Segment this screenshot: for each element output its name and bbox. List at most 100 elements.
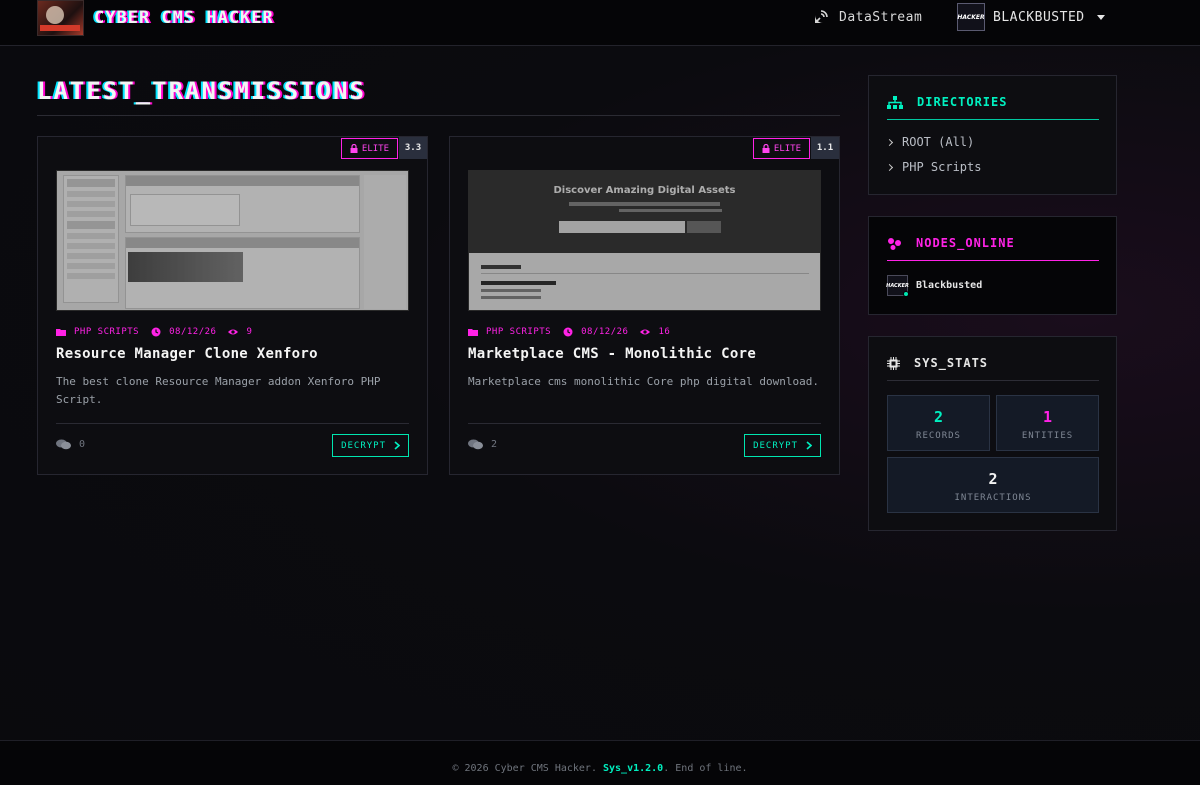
comments-value: 0	[79, 439, 86, 450]
stat-label: ENTITIES	[1021, 431, 1074, 441]
card-thumbnail[interactable]	[56, 170, 409, 311]
eye-icon	[640, 329, 651, 335]
decrypt-button[interactable]: DECRYPT	[332, 434, 409, 457]
user-name: BLACKBUSTED	[993, 9, 1085, 25]
eye-icon	[228, 329, 239, 335]
avatar-text: HACKER	[886, 282, 909, 289]
microchip-icon	[887, 356, 900, 370]
rating-badge: 1.1	[811, 137, 839, 159]
nodes-divider	[887, 260, 1099, 261]
card-description: Marketplace cms monolithic Core php digi…	[468, 375, 819, 388]
stats-divider	[887, 380, 1099, 381]
top-navbar: CYBER CMS HACKER DataStream HACKER BLACK…	[0, 0, 1200, 46]
lock-icon	[762, 144, 770, 153]
directories-divider	[887, 119, 1099, 120]
online-user-name: Blackbusted	[916, 280, 983, 291]
brand-link[interactable]: CYBER CMS HACKER	[37, 0, 274, 36]
directories-widget: DIRECTORIES ROOT (All) PHP Scripts	[868, 75, 1117, 195]
card-thumbnail[interactable]: Discover Amazing Digital Assets	[468, 170, 821, 311]
lock-icon	[350, 144, 358, 153]
sitemap-icon	[887, 95, 903, 109]
badge-label: ELITE	[773, 143, 801, 154]
page-title: LATEST_TRANSMISSIONS	[37, 77, 366, 105]
directory-label: ROOT (All)	[902, 135, 975, 149]
network-icon	[888, 237, 901, 250]
card-category: PHP SCRIPTS	[74, 327, 140, 337]
card-title[interactable]: Resource Manager Clone Xenforo	[56, 346, 318, 362]
card-views: 16	[658, 327, 671, 337]
resource-card: ELITE 1.1 Discover Amazing Digital Asset…	[449, 136, 840, 475]
folder-icon	[56, 329, 66, 336]
card-date: 08/12/26	[581, 327, 629, 337]
comments-value: 2	[491, 439, 498, 450]
card-title[interactable]: Marketplace CMS - Monolithic Core	[468, 346, 756, 362]
chevron-right-icon	[806, 441, 812, 450]
sys-stats-widget: SYS_STATS 2 RECORDS 1 ENTITIES 2 INTERAC…	[868, 336, 1117, 531]
comments-count: 2	[468, 439, 497, 450]
card-meta: PHP SCRIPTS 08/12/26 9	[56, 327, 264, 337]
resource-card: ELITE 3.3 PHP SCRIPTS 08/12/26 9 Resourc…	[37, 136, 428, 475]
brand-name: CYBER CMS HACKER	[94, 8, 274, 28]
rating-badge: 3.3	[399, 137, 427, 159]
card-meta: PHP SCRIPTS 08/12/26 16	[468, 327, 682, 337]
footer-copyright: © 2026 Cyber CMS Hacker.	[452, 763, 597, 774]
elite-badge: ELITE	[752, 138, 810, 159]
stat-entities: 1 ENTITIES	[996, 395, 1099, 451]
footer-version: Sys_v1.2.0	[603, 763, 664, 774]
card-category: PHP SCRIPTS	[486, 327, 552, 337]
user-menu-dropdown[interactable]: HACKER BLACKBUSTED	[957, 3, 1105, 31]
brand-logo	[37, 0, 84, 36]
avatar-text: HACKER	[957, 13, 985, 21]
badge-label: ELITE	[361, 143, 389, 154]
avatar: HACKER	[886, 275, 909, 297]
directory-item-root[interactable]: ROOT (All)	[885, 135, 975, 149]
comments-count: 0	[56, 439, 85, 450]
directories-header: DIRECTORIES	[887, 95, 1007, 109]
card-divider	[56, 423, 409, 424]
card-views: 9	[246, 327, 253, 337]
directories-title: DIRECTORIES	[917, 95, 1008, 109]
decrypt-label: DECRYPT	[341, 440, 386, 451]
elite-badge: ELITE	[340, 138, 398, 159]
comments-icon	[56, 439, 71, 450]
stat-records: 2 RECORDS	[887, 395, 990, 451]
folder-icon	[468, 329, 478, 336]
decrypt-label: DECRYPT	[753, 440, 798, 451]
nodes-title: NODES_ONLINE	[916, 236, 1015, 250]
stat-value: 1	[1042, 408, 1053, 426]
directory-label: PHP Scripts	[902, 160, 982, 174]
stats-header: SYS_STATS	[887, 356, 988, 370]
online-status-dot	[903, 291, 909, 297]
footer-period: .	[663, 763, 670, 774]
footer-text: © 2026 Cyber CMS Hacker. Sys_v1.2.0. End…	[0, 763, 1200, 774]
footer: © 2026 Cyber CMS Hacker. Sys_v1.2.0. End…	[0, 740, 1200, 785]
stat-interactions: 2 INTERACTIONS	[887, 457, 1099, 513]
thumbnail-hero-title: Discover Amazing Digital Assets	[553, 185, 736, 196]
card-description: The best clone Resource Manager addon Xe…	[56, 375, 381, 406]
stat-value: 2	[933, 408, 944, 426]
avatar: HACKER	[957, 3, 985, 31]
directory-item-php-scripts[interactable]: PHP Scripts	[885, 160, 982, 174]
satellite-dish-icon	[815, 10, 828, 23]
stats-title: SYS_STATS	[914, 356, 989, 370]
datastream-link[interactable]: DataStream	[813, 9, 922, 25]
chevron-right-icon	[885, 138, 894, 146]
chevron-right-icon	[885, 163, 894, 171]
nodes-online-widget: NODES_ONLINE HACKER Blackbusted	[868, 216, 1117, 315]
card-date: 08/12/26	[169, 327, 217, 337]
card-divider	[468, 423, 821, 424]
chevron-right-icon	[394, 441, 400, 450]
clock-icon	[563, 327, 573, 337]
footer-end: End of line.	[675, 763, 748, 774]
title-divider	[37, 115, 840, 116]
decrypt-button[interactable]: DECRYPT	[744, 434, 821, 457]
stat-value: 2	[988, 470, 998, 488]
online-user[interactable]: HACKER Blackbusted	[886, 275, 983, 297]
stat-label: RECORDS	[916, 431, 961, 441]
datastream-label: DataStream	[839, 9, 923, 25]
chevron-down-icon	[1096, 14, 1105, 20]
nodes-header: NODES_ONLINE	[887, 236, 1015, 250]
clock-icon	[151, 327, 161, 337]
stat-label: INTERACTIONS	[954, 493, 1032, 503]
comments-icon	[468, 439, 483, 450]
